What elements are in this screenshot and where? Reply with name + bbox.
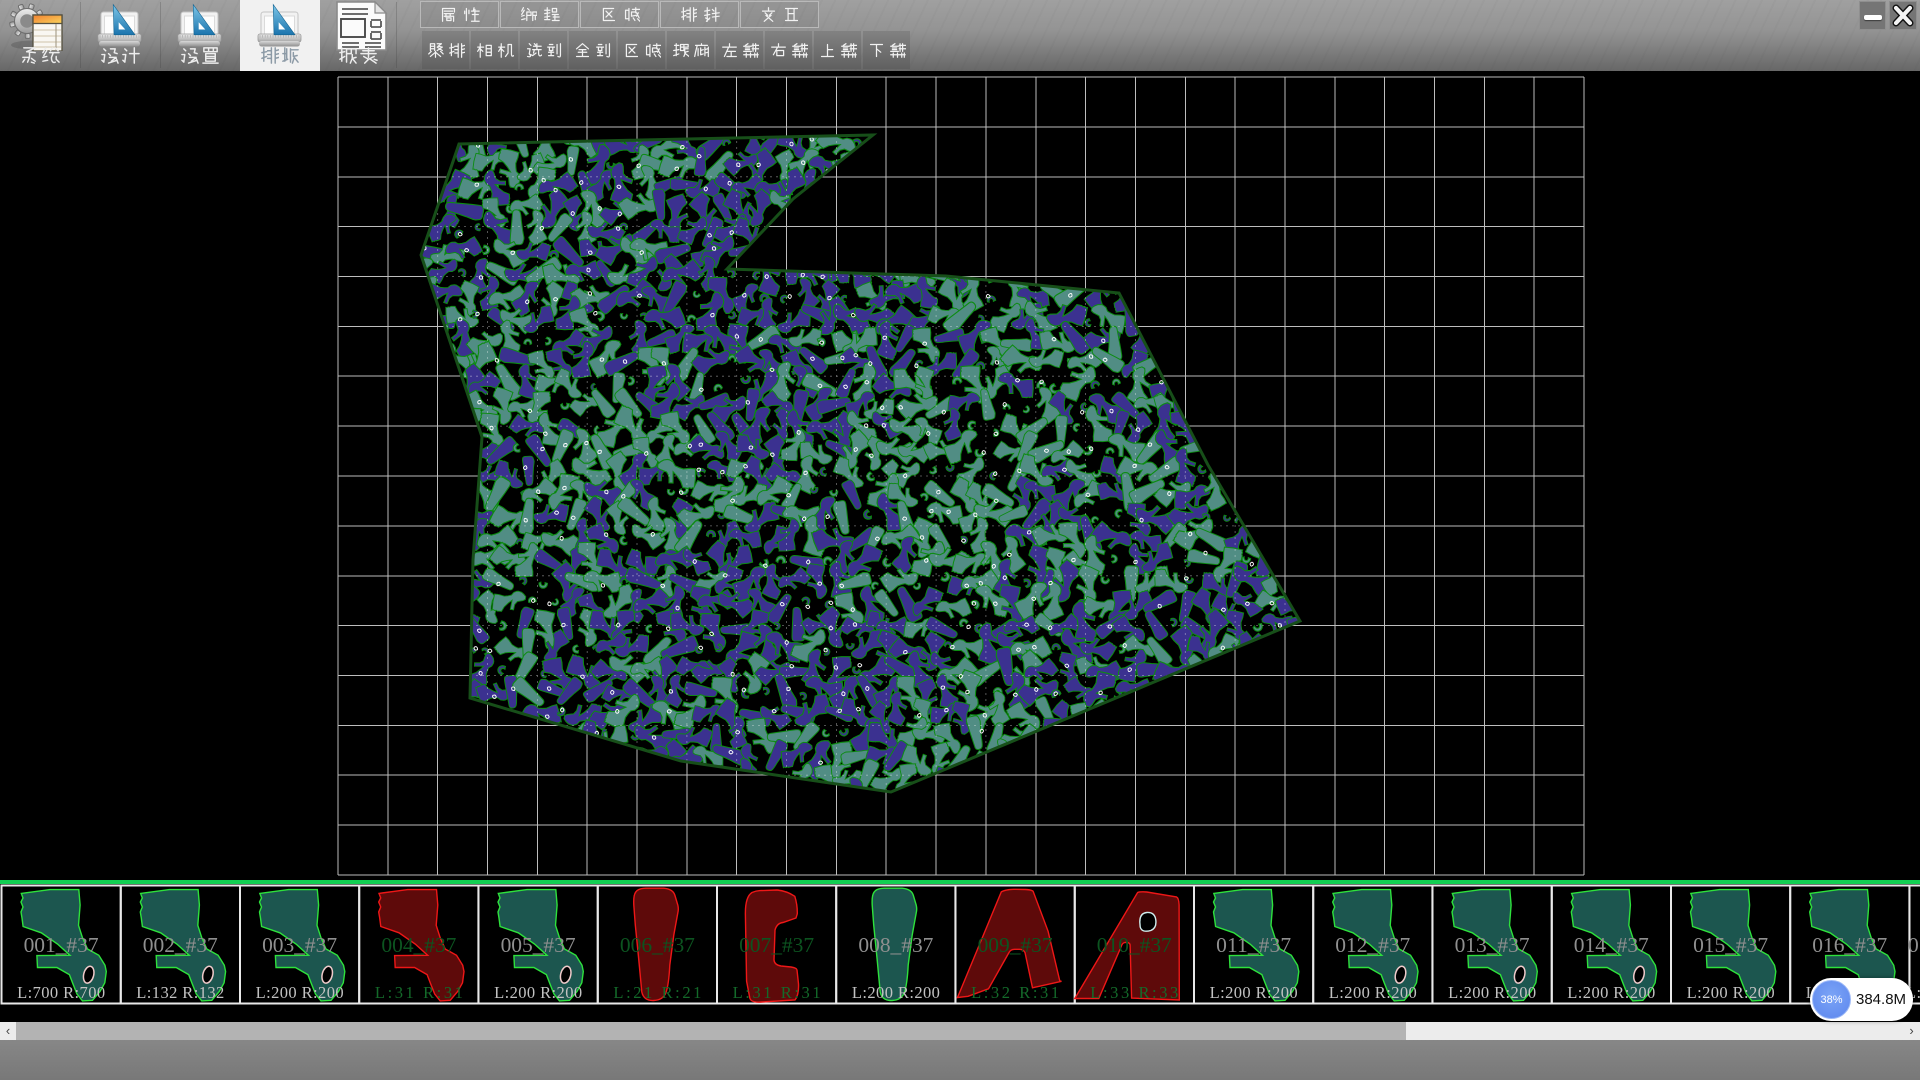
svg-text:015_#37: 015_#37 — [1693, 933, 1768, 957]
svg-text:L:200 R:200: L:200 R:200 — [852, 983, 940, 1002]
svg-text:L:200 R:200: L:200 R:200 — [1329, 983, 1417, 1002]
svg-text:L:21 R:21: L:21 R:21 — [613, 983, 701, 1002]
svg-text:L:200 R:200: L:200 R:200 — [1448, 983, 1536, 1002]
svg-text:L:132 R:132: L:132 R:132 — [136, 983, 224, 1002]
svg-text:007_#37: 007_#37 — [739, 933, 814, 957]
svg-text:010_#37: 010_#37 — [1097, 933, 1172, 957]
svg-text:L:200 R:200: L:200 R:200 — [1687, 983, 1775, 1002]
svg-text:L:200 R:200: L:200 R:200 — [1567, 983, 1655, 1002]
svg-text:014_#37: 014_#37 — [1574, 933, 1649, 957]
svg-text:013_#37: 013_#37 — [1455, 933, 1530, 957]
svg-text:L:33 R:33: L:33 R:33 — [1090, 983, 1178, 1002]
svg-text:002_#37: 002_#37 — [143, 933, 218, 957]
svg-text:006_#37: 006_#37 — [620, 933, 695, 957]
svg-text:L:200 R:200: L:200 R:200 — [256, 983, 344, 1002]
svg-text:016_#37: 016_#37 — [1812, 933, 1887, 957]
svg-text:L:200 R:200: L:200 R:200 — [494, 983, 582, 1002]
svg-text:L:700 R:700: L:700 R:700 — [17, 983, 105, 1002]
svg-text:L:32 R:31: L:32 R:31 — [971, 983, 1059, 1002]
svg-text:L:31 R:31: L:31 R:31 — [375, 983, 463, 1002]
svg-text:017_#37: 017_#37 — [1908, 933, 1920, 957]
svg-text:008_#37: 008_#37 — [858, 933, 933, 957]
svg-text:001_#37: 001_#37 — [24, 933, 99, 957]
svg-text:011_#37: 011_#37 — [1216, 933, 1291, 957]
svg-text:012_#37: 012_#37 — [1335, 933, 1410, 957]
svg-text:004_#37: 004_#37 — [381, 933, 456, 957]
svg-text:L:31 R:31: L:31 R:31 — [733, 983, 821, 1002]
svg-text:003_#37: 003_#37 — [262, 933, 337, 957]
svg-text:005_#37: 005_#37 — [501, 933, 576, 957]
svg-text:L:200 R:200: L:200 R:200 — [1210, 983, 1298, 1002]
svg-text:009_#37: 009_#37 — [978, 933, 1053, 957]
